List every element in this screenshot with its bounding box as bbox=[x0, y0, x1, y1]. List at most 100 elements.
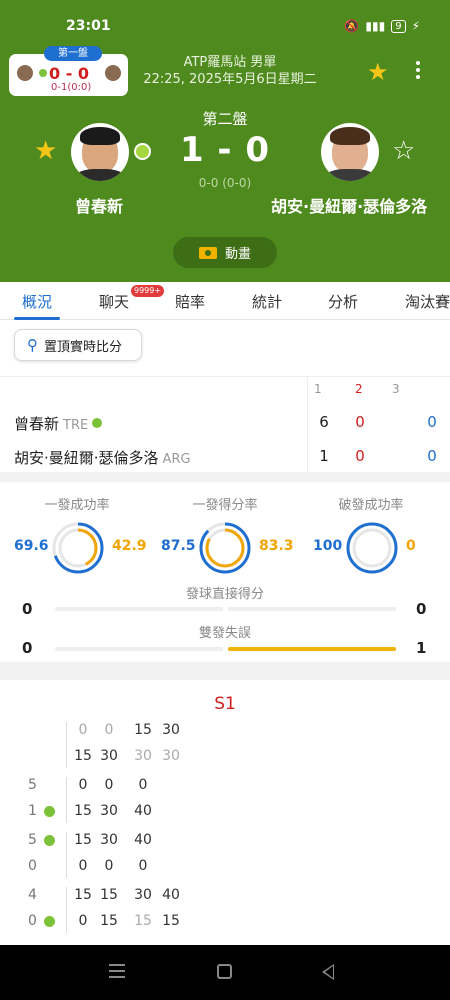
match-header: 23:01 🔕 ▮▮▮ 9 ⚡ 第一盤 0 - 0 0-1(0:0) ATP羅馬… bbox=[0, 0, 450, 282]
back-icon[interactable] bbox=[322, 964, 334, 980]
animation-button[interactable]: 動畫 bbox=[173, 237, 277, 268]
stat-ring-chart bbox=[199, 522, 251, 574]
bar-fill-right bbox=[228, 647, 396, 651]
point-score: 15 bbox=[74, 803, 92, 819]
mini-card-sub: 0-1(0:0) bbox=[51, 82, 92, 93]
tab-overview[interactable]: 概況 bbox=[22, 291, 52, 312]
point-score: 15 bbox=[74, 832, 92, 848]
stat-ring-chart bbox=[346, 522, 398, 574]
point-score: 30 bbox=[100, 803, 118, 819]
tab-odds[interactable]: 賠率 bbox=[175, 291, 205, 312]
set-header-3: 3 bbox=[392, 382, 400, 396]
stat-right-value: 0 bbox=[406, 538, 416, 554]
point-score: 30 bbox=[134, 887, 152, 903]
home-icon[interactable] bbox=[217, 964, 232, 979]
game-divider bbox=[66, 887, 67, 933]
set-header-1: 1 bbox=[314, 382, 322, 396]
player1-name[interactable]: 曾春新 bbox=[75, 193, 123, 217]
point-score: 40 bbox=[134, 803, 152, 819]
serve-icon bbox=[39, 69, 47, 77]
player1-avatar[interactable] bbox=[71, 123, 129, 181]
player2-set2: 0 bbox=[355, 447, 365, 465]
game-divider bbox=[66, 777, 67, 823]
pin-label: 置頂實時比分 bbox=[44, 339, 123, 355]
status-bar: 23:01 🔕 ▮▮▮ 9 ⚡ bbox=[0, 18, 450, 40]
serve-icon bbox=[44, 835, 55, 846]
game-label-bottom: 0 bbox=[28, 858, 37, 874]
tab-bar: 概況 聊天 賠率 統計 分析 淘汰賽 bbox=[0, 282, 450, 320]
player2-favorite-star-icon[interactable]: ☆ bbox=[392, 138, 415, 164]
point-score: 30 bbox=[134, 748, 152, 764]
table-row: 胡安·曼紐爾·瑟倫多洛 ARG 1 0 0 bbox=[0, 443, 450, 471]
stat-left-value: 69.6 bbox=[14, 538, 49, 554]
game-label-top: 4 bbox=[28, 887, 37, 903]
player1-country: TRE bbox=[63, 418, 89, 433]
stat-title: 一發成功率 bbox=[44, 498, 110, 513]
pin-live-score-button[interactable]: ⚲ 置頂實時比分 bbox=[14, 329, 142, 361]
table-row: 曾春新 TRE 6 0 0 bbox=[0, 409, 450, 437]
mute-icon: 🔕 bbox=[344, 19, 360, 33]
player2-set1: 1 bbox=[319, 447, 329, 465]
first-set-mini-card[interactable]: 第一盤 0 - 0 0-1(0:0) bbox=[9, 46, 128, 96]
tab-chat[interactable]: 聊天 bbox=[99, 291, 129, 312]
point-score: 0 bbox=[104, 777, 114, 793]
game-label-top: 5 bbox=[28, 777, 37, 793]
point-score: 30 bbox=[162, 722, 180, 738]
bar-left-value: 0 bbox=[22, 639, 33, 657]
player1-mini-avatar bbox=[17, 65, 33, 81]
point-score: 15 bbox=[100, 887, 118, 903]
point-score: 0 bbox=[138, 777, 148, 793]
point-score: 0 bbox=[78, 777, 88, 793]
player2-avatar[interactable] bbox=[321, 123, 379, 181]
bar-right-value: 1 bbox=[416, 639, 427, 657]
serve-icon bbox=[44, 806, 55, 817]
pin-area: ⚲ 置頂實時比分 bbox=[0, 320, 450, 376]
point-score: 15 bbox=[134, 722, 152, 738]
bar-stat-title: 雙發失誤 bbox=[198, 626, 251, 641]
serve-indicator-icon bbox=[134, 143, 151, 160]
recent-apps-icon[interactable] bbox=[109, 964, 125, 982]
tab-analysis[interactable]: 分析 bbox=[328, 291, 358, 312]
game-label-top: 5 bbox=[28, 832, 37, 848]
stat-ring-chart bbox=[52, 522, 104, 574]
point-score: 30 bbox=[100, 832, 118, 848]
bar-stat-title: 發球直接得分 bbox=[185, 587, 264, 602]
bar-track bbox=[55, 647, 223, 651]
ring-track bbox=[352, 528, 392, 568]
tournament-name: ATP羅馬站 男單 bbox=[183, 55, 277, 70]
stat-right-value: 83.3 bbox=[259, 538, 294, 554]
game-divider bbox=[66, 832, 67, 878]
point-score: 15 bbox=[162, 913, 180, 929]
stat-title: 一發得分率 bbox=[192, 498, 258, 513]
bar-right-value: 0 bbox=[416, 600, 427, 618]
tab-knockout[interactable]: 淘汰賽 bbox=[405, 291, 450, 312]
set-score-table: 1 2 3 曾春新 TRE 6 0 0 胡安·曼紐爾·瑟倫多洛 ARG 1 0 0 bbox=[0, 376, 450, 473]
game-label-bottom: 1 bbox=[28, 803, 37, 819]
set-title: S1 bbox=[214, 694, 236, 714]
player2-name[interactable]: 胡安·曼紐爾·瑟倫多洛 bbox=[271, 193, 427, 217]
set-header-2: 2 bbox=[355, 382, 363, 396]
player2-total: 0 bbox=[427, 447, 437, 465]
stat-left-value: 87.5 bbox=[161, 538, 196, 554]
charging-icon: ⚡ bbox=[411, 19, 420, 33]
point-score: 0 bbox=[78, 913, 88, 929]
point-score: 15 bbox=[74, 748, 92, 764]
player1-favorite-star-icon[interactable]: ★ bbox=[34, 138, 57, 164]
status-time: 23:01 bbox=[66, 18, 111, 34]
signal-icon: ▮▮▮ bbox=[365, 19, 386, 33]
bar-track bbox=[228, 607, 396, 611]
point-score: 30 bbox=[100, 748, 118, 764]
battery-icon: 9 bbox=[391, 19, 406, 33]
stat-title: 破發成功率 bbox=[338, 498, 404, 513]
tab-stats[interactable]: 統計 bbox=[252, 291, 282, 312]
chat-badge: 9999+ bbox=[131, 285, 165, 297]
more-options-icon[interactable] bbox=[416, 58, 420, 82]
stat-right-value: 42.9 bbox=[112, 538, 147, 554]
stats-panel: 一發成功率 一發得分率 破發成功率 69.6 42.9 87.5 83.3 1 0… bbox=[0, 482, 450, 662]
point-score: 40 bbox=[134, 832, 152, 848]
system-navbar bbox=[0, 945, 450, 1000]
point-score: 15 bbox=[74, 887, 92, 903]
favorite-match-star-icon[interactable]: ★ bbox=[367, 58, 389, 86]
player1-row-name: 曾春新 bbox=[14, 415, 60, 433]
mini-card-score: 0 - 0 bbox=[49, 64, 90, 83]
